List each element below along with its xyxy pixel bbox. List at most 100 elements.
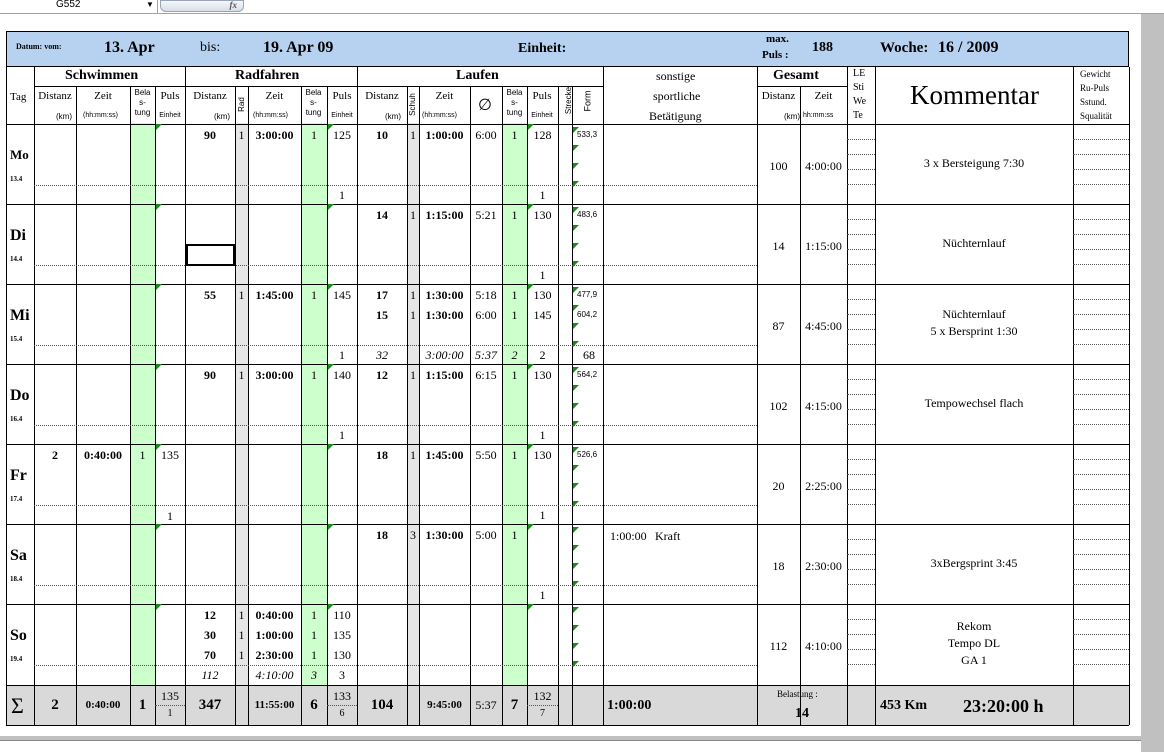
rad-zeit[interactable]: 3:00:00 (248, 128, 301, 143)
lauf-schuh[interactable]: 1 (407, 288, 419, 303)
rad-puls[interactable]: 125 (327, 128, 357, 143)
lauf-puls[interactable]: 130 (527, 208, 558, 223)
lauf-sum[interactable]: 1 (527, 428, 558, 443)
rad-bela[interactable]: 1 (301, 128, 327, 143)
lauf-sum[interactable]: 1 (527, 588, 558, 603)
lauf-schuh[interactable]: 1 (407, 448, 419, 463)
rad-sum-zeit[interactable]: 4:10:00 (248, 668, 301, 683)
kommentar-line[interactable]: Tempo DL (875, 636, 1073, 651)
lauf-zeit[interactable]: 1:30:00 (419, 308, 470, 323)
lauf-sum[interactable]: 1 (527, 268, 558, 283)
lauf-bela[interactable]: 1 (502, 368, 527, 383)
rad-puls[interactable]: 145 (327, 288, 357, 303)
date-to[interactable]: 19. Apr 09 (263, 39, 333, 57)
rad-sum[interactable]: 3 (327, 668, 357, 683)
form-value[interactable]: 533,3 (577, 130, 597, 139)
swim-bela[interactable]: 1 (130, 448, 155, 463)
rad-zeit[interactable]: 0:40:00 (248, 608, 301, 623)
lauf-sum[interactable]: 1 (527, 508, 558, 523)
sonst-zeit[interactable]: 1:00:00 (610, 529, 647, 544)
rad-distanz[interactable]: 90 (185, 368, 235, 383)
lauf-distanz[interactable]: 10 (357, 128, 407, 143)
selected-cell[interactable] (186, 244, 235, 266)
lauf-avg[interactable]: 6:15 (470, 368, 502, 383)
form-sum[interactable]: 68 (583, 348, 595, 363)
swim-distanz[interactable]: 2 (34, 448, 76, 463)
lauf-bela[interactable]: 1 (502, 448, 527, 463)
rad-distanz[interactable]: 90 (185, 128, 235, 143)
fx-icon[interactable]: fx (160, 0, 244, 12)
lauf-zeit[interactable]: 1:30:00 (419, 528, 470, 543)
rad-sum-dist[interactable]: 112 (185, 668, 235, 683)
lauf-avg[interactable]: 6:00 (470, 128, 502, 143)
lauf-sum-bela[interactable]: 2 (502, 348, 527, 363)
rad-bela[interactable]: 1 (301, 608, 327, 623)
lauf-schuh[interactable]: 1 (407, 208, 419, 223)
lauf-puls[interactable]: 128 (527, 128, 558, 143)
lauf-bela[interactable]: 1 (502, 528, 527, 543)
lauf-bela[interactable]: 1 (502, 208, 527, 223)
lauf-sum[interactable]: 2 (527, 348, 558, 363)
rad-puls[interactable]: 130 (327, 648, 357, 663)
kommentar-line[interactable]: 5 x Bersprint 1:30 (875, 324, 1073, 339)
rad-sum[interactable]: 1 (327, 348, 357, 363)
lauf-schuh[interactable]: 1 (407, 128, 419, 143)
name-box[interactable]: G552 ▼ (0, 0, 158, 13)
lauf-bela[interactable]: 1 (502, 128, 527, 143)
chevron-down-icon[interactable]: ▼ (146, 0, 154, 10)
lauf-schuh[interactable]: 3 (407, 528, 419, 543)
rad-puls[interactable]: 110 (327, 608, 357, 623)
rad-bela[interactable]: 1 (301, 648, 327, 663)
rad-bela[interactable]: 1 (301, 628, 327, 643)
lauf-distanz[interactable]: 15 (357, 308, 407, 323)
rad-puls[interactable]: 135 (327, 628, 357, 643)
lauf-distanz[interactable]: 17 (357, 288, 407, 303)
lauf-sum[interactable]: 1 (527, 188, 558, 203)
lauf-zeit[interactable]: 1:15:00 (419, 208, 470, 223)
lauf-puls[interactable]: 130 (527, 448, 558, 463)
lauf-distanz[interactable]: 14 (357, 208, 407, 223)
lauf-avg[interactable]: 6:00 (470, 308, 502, 323)
kommentar-line[interactable]: GA 1 (875, 653, 1073, 668)
date-from[interactable]: 13. Apr (104, 39, 155, 57)
lauf-avg[interactable]: 5:50 (470, 448, 502, 463)
rad-rad[interactable]: 1 (235, 368, 248, 383)
lauf-puls[interactable]: 130 (527, 288, 558, 303)
lauf-zeit[interactable]: 1:45:00 (419, 448, 470, 463)
rad-distanz[interactable]: 30 (185, 628, 235, 643)
form-value[interactable]: 564,2 (577, 370, 597, 379)
rad-zeit[interactable]: 3:00:00 (248, 368, 301, 383)
lauf-distanz[interactable]: 18 (357, 448, 407, 463)
form-value[interactable]: 526,6 (577, 450, 597, 459)
lauf-bela[interactable]: 1 (502, 288, 527, 303)
form-value[interactable]: 477,9 (577, 290, 597, 299)
rad-sum-bela[interactable]: 3 (301, 668, 327, 683)
lauf-distanz[interactable]: 12 (357, 368, 407, 383)
lauf-sum-dist[interactable]: 32 (357, 348, 407, 363)
lauf-bela[interactable]: 1 (502, 308, 527, 323)
woche-value[interactable]: 16 / 2009 (938, 39, 998, 57)
lauf-puls[interactable]: 130 (527, 368, 558, 383)
lauf-distanz[interactable]: 18 (357, 528, 407, 543)
rad-zeit[interactable]: 1:45:00 (248, 288, 301, 303)
rad-puls[interactable]: 140 (327, 368, 357, 383)
lauf-schuh[interactable]: 1 (407, 308, 419, 323)
sonst-art[interactable]: Kraft (655, 529, 680, 544)
rad-bela[interactable]: 1 (301, 368, 327, 383)
rad-rad[interactable]: 1 (235, 288, 248, 303)
rad-rad[interactable]: 1 (235, 128, 248, 143)
lauf-avg[interactable]: 5:00 (470, 528, 502, 543)
lauf-schuh[interactable]: 1 (407, 368, 419, 383)
lauf-zeit[interactable]: 1:15:00 (419, 368, 470, 383)
rad-zeit[interactable]: 1:00:00 (248, 628, 301, 643)
rad-bela[interactable]: 1 (301, 288, 327, 303)
rad-rad[interactable]: 1 (235, 648, 248, 663)
rad-distanz[interactable]: 55 (185, 288, 235, 303)
lauf-zeit[interactable]: 1:00:00 (419, 128, 470, 143)
lauf-puls[interactable]: 145 (527, 308, 558, 323)
rad-zeit[interactable]: 2:30:00 (248, 648, 301, 663)
kommentar-line[interactable]: 3xBergsprint 3:45 (875, 556, 1073, 571)
lauf-sum-avg[interactable]: 5:37 (470, 348, 502, 363)
rad-sum[interactable]: 1 (327, 428, 357, 443)
swim-zeit[interactable]: 0:40:00 (76, 448, 130, 463)
